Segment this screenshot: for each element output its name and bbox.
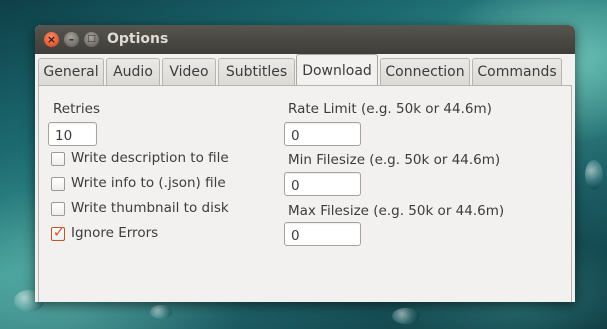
minimize-window-button[interactable]: – [64, 32, 79, 47]
options-window: × – □ Options General Audio Video Subtit… [35, 25, 575, 302]
maximize-icon: □ [87, 34, 96, 44]
tab-download[interactable]: Download [296, 54, 378, 86]
download-panel: Retries Write description to file Write … [38, 85, 572, 302]
water-drop [150, 305, 172, 319]
write-thumbnail-checkbox[interactable] [51, 202, 65, 216]
write-info-json-label: Write info to (.json) file [71, 175, 226, 191]
window-title: Options [107, 31, 169, 47]
retries-label: Retries [53, 101, 101, 117]
tab-commands[interactable]: Commands [472, 58, 562, 85]
close-icon: × [46, 33, 57, 46]
max-filesize-input[interactable] [284, 222, 361, 246]
write-description-checkbox[interactable] [51, 152, 65, 166]
tab-audio[interactable]: Audio [106, 58, 160, 85]
checkmark-icon: ✓ [52, 223, 66, 241]
tab-video[interactable]: Video [162, 58, 216, 85]
write-thumbnail-label: Write thumbnail to disk [71, 200, 229, 216]
minimize-icon: – [68, 33, 75, 46]
min-filesize-label: Min Filesize (e.g. 50k or 44.6m) [288, 152, 501, 168]
tab-bar: General Audio Video Subtitles Download C… [38, 54, 572, 86]
min-filesize-input[interactable] [284, 172, 361, 196]
title-bar[interactable]: × – □ Options [35, 25, 575, 54]
water-drop [585, 160, 603, 190]
tab-general[interactable]: General [38, 58, 104, 85]
write-description-label: Write description to file [71, 150, 229, 166]
close-window-button[interactable]: × [44, 32, 59, 47]
rate-limit-input[interactable] [284, 122, 361, 146]
rate-limit-label: Rate Limit (e.g. 50k or 44.6m) [288, 101, 492, 117]
tab-subtitles[interactable]: Subtitles [218, 58, 295, 85]
write-info-json-checkbox[interactable] [51, 177, 65, 191]
maximize-window-button[interactable]: □ [84, 32, 99, 47]
retries-input[interactable] [48, 122, 97, 146]
max-filesize-label: Max Filesize (e.g. 50k or 44.6m) [288, 203, 505, 219]
ignore-errors-checkbox[interactable]: ✓ [51, 223, 66, 241]
tab-connection[interactable]: Connection [380, 58, 470, 85]
ignore-errors-label: Ignore Errors [71, 225, 159, 241]
water-drop [392, 308, 420, 324]
